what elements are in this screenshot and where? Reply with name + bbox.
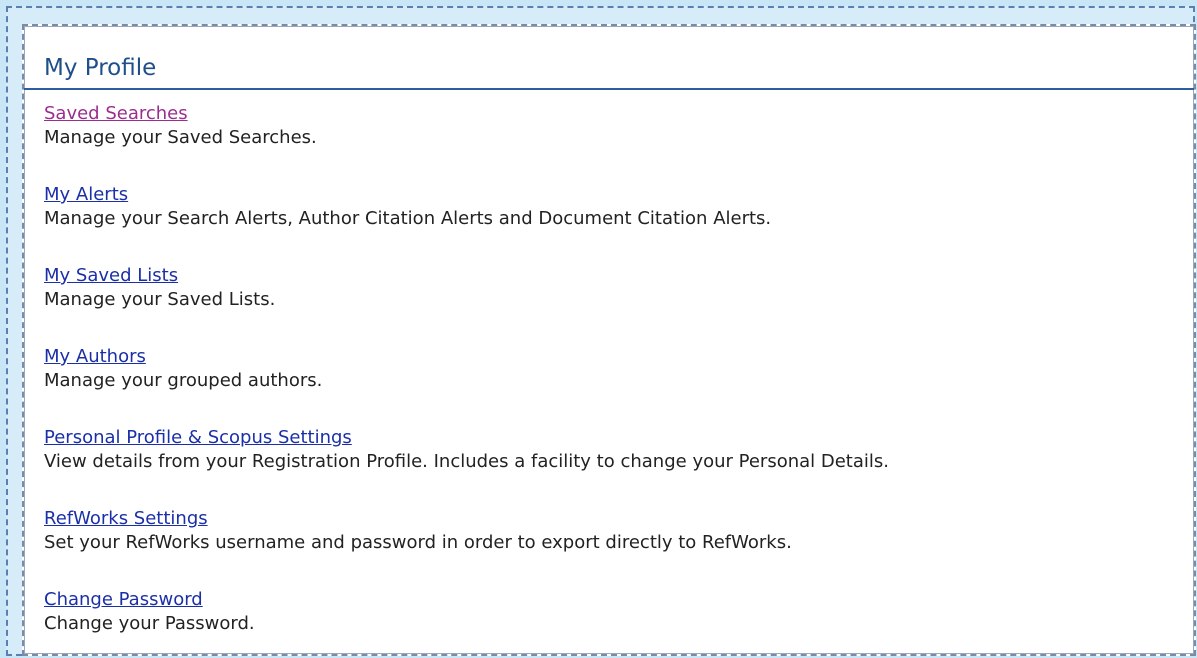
page-frame: My Profile Saved Searches Manage your Sa…	[6, 6, 1196, 656]
my-saved-lists-description: Manage your Saved Lists.	[44, 289, 276, 310]
change-password-link[interactable]: Change Password	[44, 588, 203, 612]
list-item-saved-searches: Saved Searches Manage your Saved Searche…	[44, 102, 1190, 183]
list-item-personal-profile: Personal Profile & Scopus Settings View …	[44, 426, 1190, 507]
saved-searches-description: Manage your Saved Searches.	[44, 127, 317, 148]
page-title: My Profile	[44, 55, 157, 81]
panel-header: My Profile	[24, 26, 1194, 90]
my-profile-panel: My Profile Saved Searches Manage your Sa…	[22, 24, 1196, 656]
personal-profile-settings-link[interactable]: Personal Profile & Scopus Settings	[44, 426, 352, 450]
my-saved-lists-link[interactable]: My Saved Lists	[44, 264, 178, 288]
change-password-description: Change your Password.	[44, 613, 255, 634]
my-alerts-link[interactable]: My Alerts	[44, 183, 128, 207]
personal-profile-description: View details from your Registration Prof…	[44, 451, 889, 472]
list-item-refworks-settings: RefWorks Settings Set your RefWorks user…	[44, 507, 1190, 588]
saved-searches-link[interactable]: Saved Searches	[44, 102, 188, 126]
list-item-my-alerts: My Alerts Manage your Search Alerts, Aut…	[44, 183, 1190, 264]
list-item-change-password: Change Password Change your Password.	[44, 588, 1190, 658]
refworks-settings-link[interactable]: RefWorks Settings	[44, 507, 208, 531]
my-authors-description: Manage your grouped authors.	[44, 370, 323, 391]
list-item-my-saved-lists: My Saved Lists Manage your Saved Lists.	[44, 264, 1190, 345]
my-authors-link[interactable]: My Authors	[44, 345, 146, 369]
my-alerts-description: Manage your Search Alerts, Author Citati…	[44, 208, 772, 229]
profile-links-list: Saved Searches Manage your Saved Searche…	[44, 102, 1190, 658]
refworks-settings-description: Set your RefWorks username and password …	[44, 532, 792, 553]
list-item-my-authors: My Authors Manage your grouped authors.	[44, 345, 1190, 426]
